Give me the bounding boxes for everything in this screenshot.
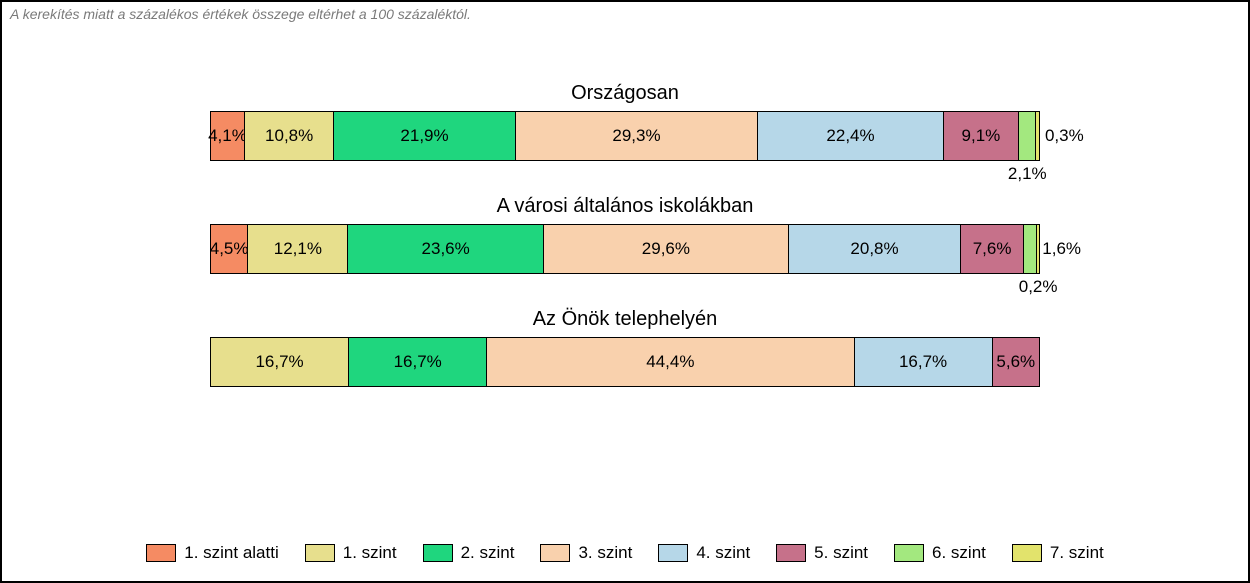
- bar-segment: 44,4%: [487, 338, 854, 386]
- legend-item: 7. szint: [1012, 543, 1104, 563]
- bar-segment: 23,6%: [348, 225, 543, 273]
- legend-label: 1. szint alatti: [184, 543, 279, 563]
- row-title: Országosan: [2, 82, 1248, 105]
- segment-outlabel: 2,1%: [1008, 164, 1047, 184]
- bar-segment: 0,2%: [1037, 225, 1039, 273]
- bar-segment: 21,9%: [334, 112, 515, 160]
- legend-item: 1. szint alatti: [146, 543, 279, 563]
- legend-swatch: [146, 544, 176, 562]
- legend-swatch: [540, 544, 570, 562]
- legend-item: 4. szint: [658, 543, 750, 563]
- segment-outlabel: 0,3%: [1045, 126, 1084, 146]
- chart-row: Országosan 4,1%10,8%21,9%29,3%22,4%9,1%2,…: [2, 82, 1248, 161]
- bar-segment: 16,7%: [211, 338, 349, 386]
- stacked-bar: 4,5%12,1%23,6%29,6%20,8%7,6%1,6%0,2%: [210, 224, 1040, 274]
- bar-segment: 12,1%: [248, 225, 348, 273]
- chart-area: Országosan4,1%10,8%21,9%29,3%22,4%9,1%2,…: [2, 82, 1248, 421]
- legend-swatch: [305, 544, 335, 562]
- legend-label: 2. szint: [461, 543, 515, 563]
- chart-row: A városi általános iskolákban 4,5%12,1%23…: [2, 195, 1248, 274]
- legend: 1. szint alatti 1. szint 2. szint 3. szint 4…: [2, 543, 1248, 563]
- legend-item: 2. szint: [423, 543, 515, 563]
- bar-segment: 16,7%: [855, 338, 993, 386]
- row-title: Az Önök telephelyén: [2, 308, 1248, 331]
- legend-label: 1. szint: [343, 543, 397, 563]
- bar-segment: 20,8%: [789, 225, 961, 273]
- bar-segment: 10,8%: [245, 112, 334, 160]
- legend-swatch: [1012, 544, 1042, 562]
- legend-swatch: [776, 544, 806, 562]
- segment-outlabel: 0,2%: [1019, 277, 1058, 297]
- legend-label: 5. szint: [814, 543, 868, 563]
- legend-swatch: [658, 544, 688, 562]
- row-title: A városi általános iskolákban: [2, 195, 1248, 218]
- legend-item: 3. szint: [540, 543, 632, 563]
- chart-row: Az Önök telephelyén16,7%16,7%44,4%16,7%5…: [2, 308, 1248, 387]
- legend-label: 7. szint: [1050, 543, 1104, 563]
- bar-segment: 7,6%: [961, 225, 1024, 273]
- chart-frame: A kerekítés miatt a százalékos értékek ö…: [0, 0, 1250, 583]
- legend-item: 5. szint: [776, 543, 868, 563]
- legend-label: 6. szint: [932, 543, 986, 563]
- bar-segment: 29,3%: [516, 112, 759, 160]
- stacked-bar: 4,1%10,8%21,9%29,3%22,4%9,1%2,1%0,3%: [210, 111, 1040, 161]
- legend-item: 6. szint: [894, 543, 986, 563]
- legend-item: 1. szint: [305, 543, 397, 563]
- bar-segment: 29,6%: [544, 225, 789, 273]
- stacked-bar: 16,7%16,7%44,4%16,7%5,6%: [210, 337, 1040, 387]
- bar-segment: 22,4%: [758, 112, 943, 160]
- legend-swatch: [894, 544, 924, 562]
- legend-swatch: [423, 544, 453, 562]
- segment-outlabel: 1,6%: [1042, 239, 1081, 259]
- bar-segment: 4,1%: [211, 112, 245, 160]
- bar-segment: 0,3%: [1036, 112, 1038, 160]
- bar-segment: 4,5%: [211, 225, 248, 273]
- bar-segment: 9,1%: [944, 112, 1019, 160]
- legend-label: 3. szint: [578, 543, 632, 563]
- bar-segment: 5,6%: [993, 338, 1039, 386]
- legend-label: 4. szint: [696, 543, 750, 563]
- bar-segment: 16,7%: [349, 338, 487, 386]
- bar-segment: 2,1%: [1019, 112, 1036, 160]
- bar-segment: 1,6%: [1024, 225, 1037, 273]
- rounding-note: A kerekítés miatt a százalékos értékek ö…: [10, 6, 471, 22]
